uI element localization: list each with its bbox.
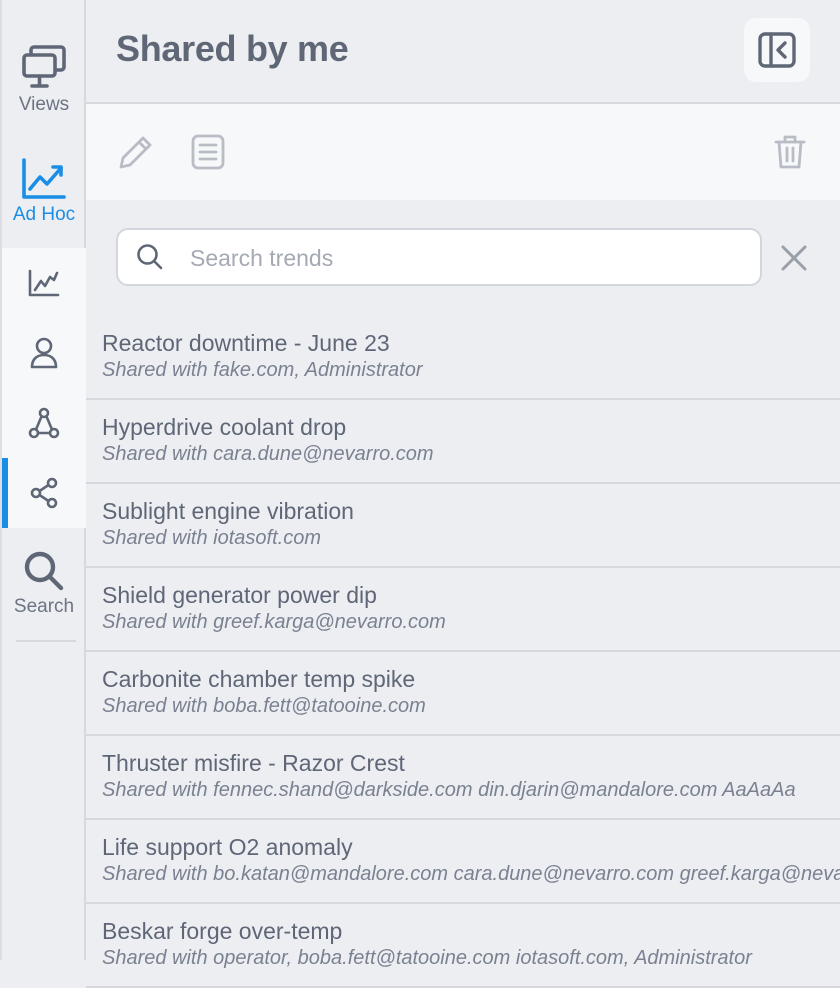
trend-name: Hyperdrive coolant drop (102, 414, 347, 440)
trend-shared-with: Shared with operator, boba.fett@tatooine… (102, 947, 752, 969)
trend-name: Life support O2 anomaly (102, 834, 353, 860)
document-lines-icon (191, 134, 225, 170)
search-icon (136, 243, 164, 271)
list-item[interactable]: Sublight engine vibration Shared with io… (86, 484, 840, 568)
nav-views[interactable]: Views (2, 44, 86, 116)
collapse-panel-button[interactable] (744, 18, 810, 82)
share-icon (29, 477, 59, 509)
list-item[interactable]: Hyperdrive coolant drop Shared with cara… (86, 400, 840, 484)
left-nav: Views Ad Hoc Search (0, 0, 86, 960)
panel-header: Shared by me (86, 0, 840, 104)
nav-sub-personal[interactable] (2, 318, 86, 388)
edit-button[interactable] (116, 132, 156, 172)
toolbar (86, 104, 840, 200)
list-item[interactable]: Beskar forge over-temp Shared with opera… (86, 904, 840, 988)
collapse-left-icon (758, 32, 796, 68)
list-item[interactable]: Thruster misfire - Razor Crest Shared wi… (86, 736, 840, 820)
delete-button[interactable] (770, 132, 810, 172)
details-button[interactable] (188, 132, 228, 172)
search-input[interactable] (188, 238, 752, 278)
person-icon (29, 337, 59, 369)
pencil-icon (118, 134, 154, 170)
page-title: Shared by me (116, 28, 349, 69)
nav-sub-trends[interactable] (2, 248, 86, 318)
network-icon (28, 407, 60, 439)
trend-name: Carbonite chamber temp spike (102, 666, 416, 692)
clear-search-button[interactable] (776, 240, 812, 276)
trend-shared-with: Shared with greef.karga@nevarro.com (102, 611, 446, 633)
trend-name: Shield generator power dip (102, 582, 377, 608)
nav-adhoc-label: Ad Hoc (12, 204, 76, 225)
nav-sub-group[interactable] (2, 388, 86, 458)
close-icon (780, 244, 808, 272)
nav-sub-shared[interactable] (2, 458, 86, 528)
list-item[interactable]: Carbonite chamber temp spike Shared with… (86, 652, 840, 736)
search-field (116, 228, 762, 286)
list-item[interactable]: Life support O2 anomaly Shared with bo.k… (86, 820, 840, 904)
trend-name: Reactor downtime - June 23 (102, 330, 390, 356)
trend-shared-with: Shared with cara.dune@nevarro.com (102, 443, 434, 465)
chart-line-icon (28, 269, 60, 297)
trash-icon (774, 134, 806, 170)
list-item[interactable]: Reactor downtime - June 23 Shared with f… (86, 316, 840, 400)
magnifier-icon (22, 550, 66, 592)
nav-search-label: Search (13, 596, 75, 617)
trend-shared-with: Shared with fennec.shand@darkside.com di… (102, 779, 796, 801)
trend-shared-with: Shared with fake.com, Administrator (102, 359, 423, 381)
nav-views-label: Views (18, 94, 70, 115)
trend-name: Beskar forge over-temp (102, 918, 343, 944)
main-panel: Shared by me Search trends Reactor downt… (86, 0, 840, 988)
nav-search[interactable]: Search (2, 550, 86, 618)
trend-chart-icon (21, 158, 67, 200)
trend-shared-with: Shared with boba.fett@tatooine.com (102, 695, 426, 717)
trend-shared-with: Shared with iotasoft.com (102, 527, 321, 549)
shared-trends-list: Reactor downtime - June 23 Shared with f… (86, 316, 840, 988)
adhoc-submenu (2, 248, 86, 528)
monitors-icon (21, 44, 67, 90)
trend-name: Thruster misfire - Razor Crest (102, 750, 405, 776)
trend-name: Sublight engine vibration (102, 498, 354, 524)
nav-divider (16, 640, 76, 642)
nav-adhoc[interactable]: Ad Hoc (2, 158, 86, 226)
list-item[interactable]: Shield generator power dip Shared with g… (86, 568, 840, 652)
trend-shared-with: Shared with bo.katan@mandalore.com cara.… (102, 863, 840, 885)
